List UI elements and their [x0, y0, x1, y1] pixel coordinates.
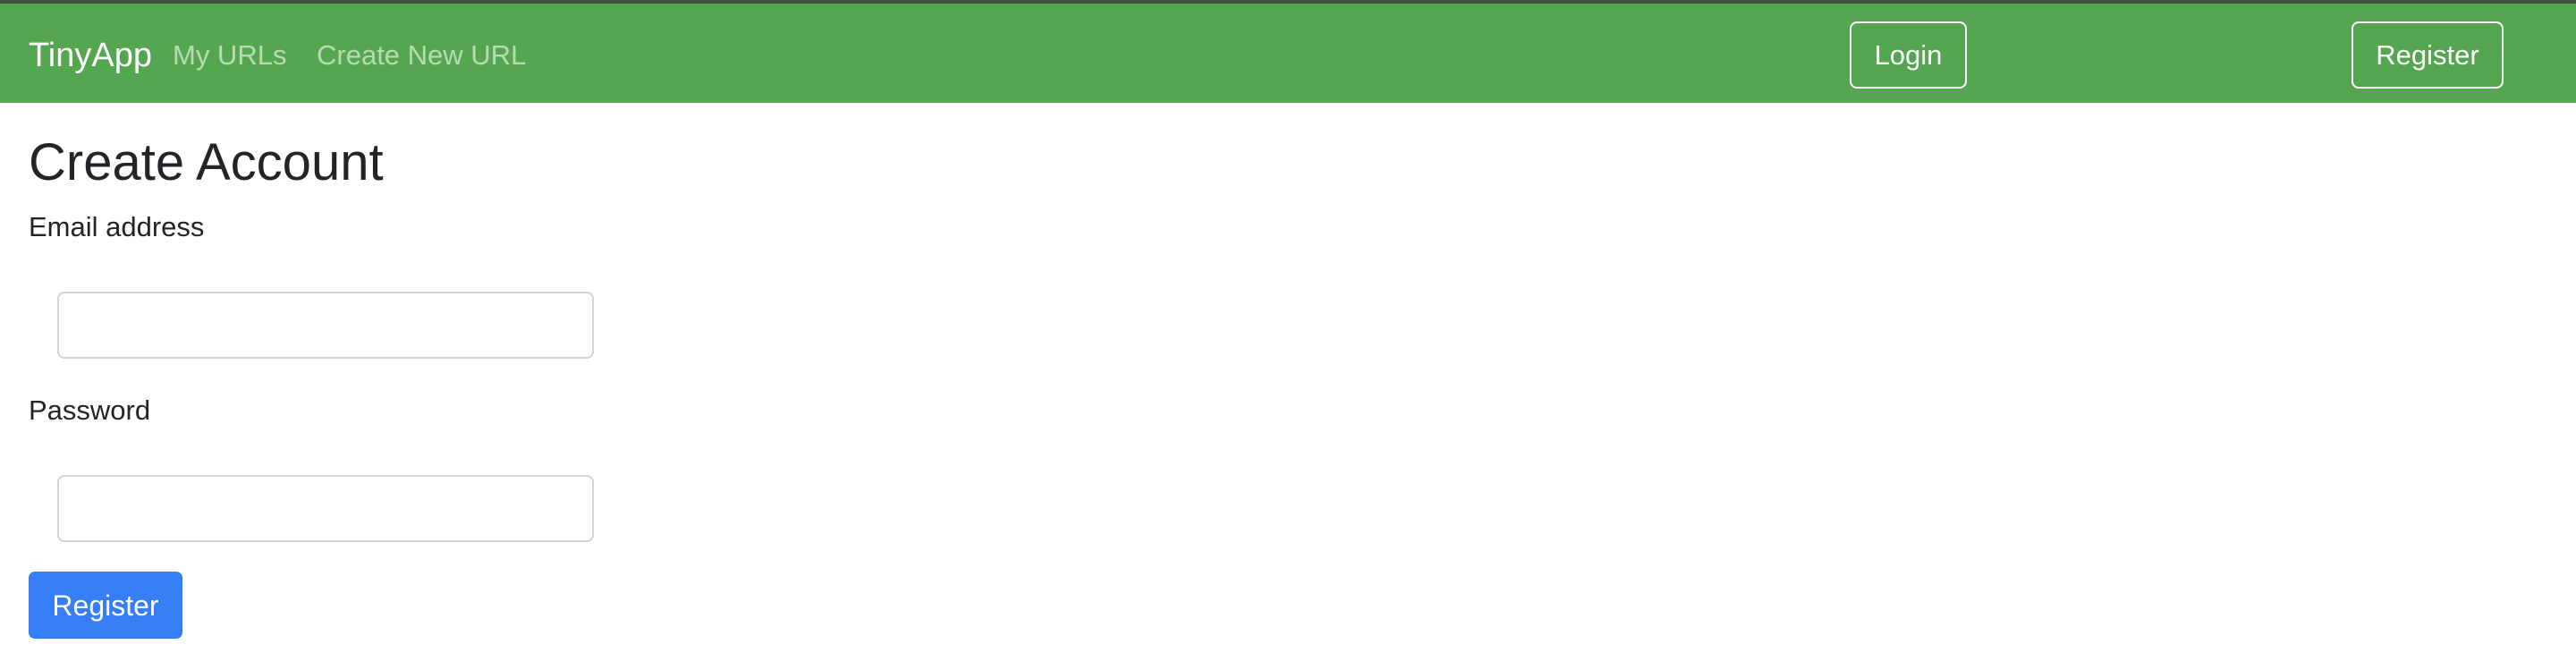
nav-link-my-urls[interactable]: My URLs: [173, 38, 286, 73]
page-title: Create Account: [29, 133, 384, 191]
nav-link-create-new-url[interactable]: Create New URL: [317, 38, 526, 73]
brand-logo-link[interactable]: TinyApp: [29, 34, 152, 77]
top-navbar: TinyApp My URLs Create New URL Login Reg…: [0, 0, 2576, 103]
navbar-register-button[interactable]: Register: [2351, 21, 2504, 89]
login-button[interactable]: Login: [1850, 21, 1967, 89]
register-submit-button[interactable]: Register: [29, 572, 182, 639]
page: TinyApp My URLs Create New URL Login Reg…: [0, 0, 2576, 670]
main-content: Create Account: [29, 132, 384, 193]
email-field[interactable]: [57, 292, 594, 359]
email-label: Email address: [29, 211, 205, 242]
password-label: Password: [29, 394, 151, 426]
password-field[interactable]: [57, 475, 594, 542]
